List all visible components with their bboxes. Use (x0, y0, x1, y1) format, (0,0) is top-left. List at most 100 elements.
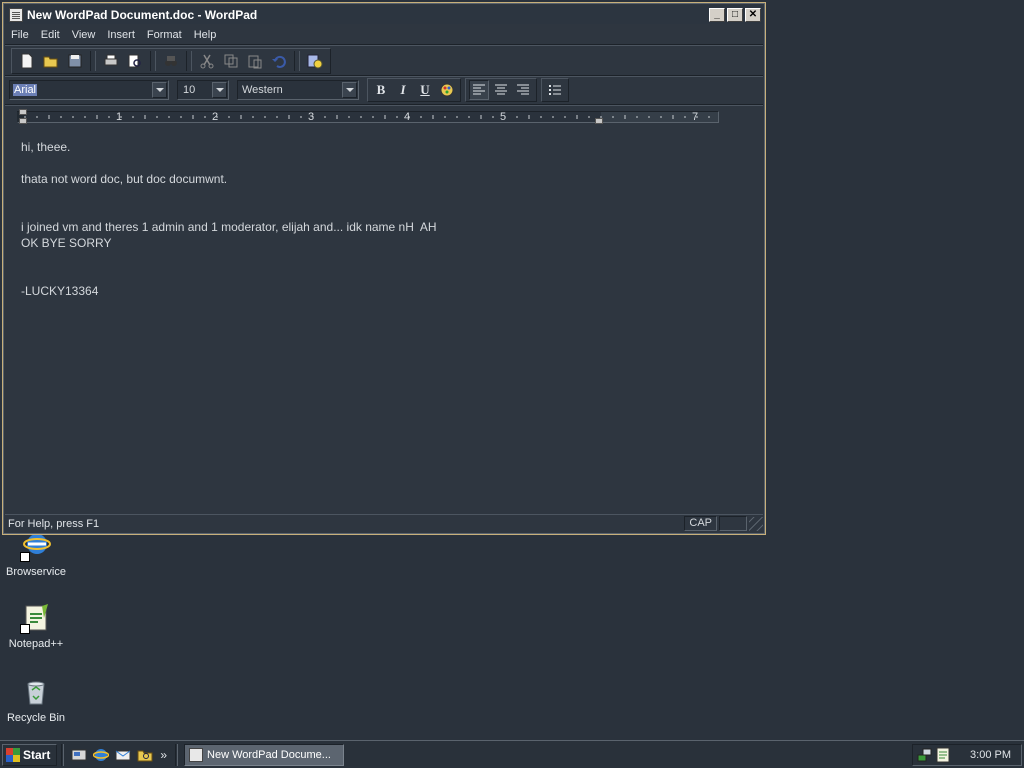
paste-button[interactable] (244, 50, 266, 72)
document-area[interactable]: hi, theee. thata not word doc, but doc do… (7, 131, 763, 516)
script-combo[interactable]: Western (237, 80, 359, 100)
caps-lock-indicator: CAP (684, 516, 717, 531)
open-button[interactable] (40, 50, 62, 72)
quicklaunch-outlook[interactable] (114, 746, 132, 764)
cut-button[interactable] (196, 50, 218, 72)
find-button[interactable] (160, 50, 182, 72)
wordpad-window: New WordPad Document.doc - WordPad _ □ ✕… (2, 2, 766, 535)
start-label: Start (23, 747, 51, 762)
script-text: Western (242, 84, 283, 96)
status-help-text: For Help, press F1 (8, 517, 100, 530)
outlook-express-icon (115, 750, 131, 760)
open-folder-icon (43, 56, 58, 68)
start-button[interactable]: Start (2, 743, 58, 766)
print-preview-icon (128, 54, 141, 68)
format-bar: Arial 10 Western B I U (9, 77, 575, 103)
format-separator (5, 104, 763, 106)
close-button[interactable]: ✕ (745, 7, 761, 22)
ruler-number: 7 (692, 111, 699, 123)
document-line: -LUCKY13364 (21, 284, 99, 298)
binoculars-icon (165, 56, 177, 66)
taskbar-button-wordpad[interactable]: New WordPad Docume... (184, 743, 345, 766)
ruler-number: 1 (116, 111, 123, 123)
desktop-icon-label: Browservice (6, 566, 66, 578)
wordpad-icon[interactable] (9, 7, 23, 22)
desktop-icon-browservice[interactable]: Browservice (0, 530, 72, 578)
desktop-icon-notepadpp[interactable]: Notepad++ (0, 602, 72, 650)
print-button[interactable] (100, 50, 122, 72)
menu-separator (5, 44, 763, 46)
quicklaunch-more-button[interactable]: » (160, 748, 167, 762)
font-dropdown-button[interactable] (152, 82, 167, 98)
quicklaunch-explorer[interactable] (136, 746, 154, 764)
left-indent-marker[interactable] (19, 118, 27, 124)
menu-insert[interactable]: Insert (101, 29, 141, 41)
align-center-button[interactable] (491, 80, 511, 100)
explorer-icon (137, 750, 153, 761)
right-indent-marker[interactable] (595, 118, 603, 124)
color-button[interactable] (437, 80, 457, 100)
minimize-button[interactable]: _ (709, 7, 725, 22)
network-icon[interactable] (917, 747, 933, 763)
document-line: thata not word doc, but doc documwnt. (21, 172, 228, 186)
align-right-button[interactable] (513, 80, 533, 100)
align-left-icon (473, 84, 485, 95)
document-line: hi, theee. (21, 140, 71, 154)
undo-button[interactable] (268, 50, 290, 72)
window-title: New WordPad Document.doc - WordPad (27, 7, 258, 22)
system-tray: 3:00 PM (912, 743, 1022, 766)
font-size-text: 10 (183, 84, 196, 96)
new-document-icon (21, 53, 33, 69)
menu-file[interactable]: File (5, 29, 35, 41)
num-lock-indicator (719, 516, 747, 531)
ruler[interactable]: 1 2 3 4 5 7 (17, 109, 719, 125)
ruler-number: 5 (500, 111, 507, 123)
menu-format[interactable]: Format (141, 29, 188, 41)
bullets-group (541, 78, 569, 102)
copy-button[interactable] (220, 50, 242, 72)
menu-bar: File Edit View Insert Format Help (5, 25, 763, 44)
maximize-button[interactable]: □ (727, 7, 743, 22)
copy-icon (224, 54, 238, 68)
desktop-icon-label: Recycle Bin (6, 712, 66, 724)
size-dropdown-button[interactable] (212, 82, 227, 98)
desktop-icon-recycle-bin[interactable]: Recycle Bin (0, 676, 72, 724)
font-combo[interactable]: Arial (9, 80, 169, 100)
menu-help[interactable]: Help (188, 29, 223, 41)
align-left-button[interactable] (469, 80, 489, 100)
date-time-icon (307, 54, 323, 69)
size-combo[interactable]: 10 (177, 80, 229, 100)
taskbar: Start » New WordPad Docume... 3:00 PM (0, 740, 1024, 768)
show-desktop-icon (71, 749, 87, 760)
menu-edit[interactable]: Edit (35, 29, 66, 41)
paste-icon (248, 55, 262, 69)
ruler-number: 4 (404, 111, 411, 123)
wordpad-icon (189, 747, 204, 762)
notepad-tray-icon[interactable] (935, 747, 951, 763)
document-line: OK BYE SORRY (21, 236, 112, 250)
script-dropdown-button[interactable] (342, 82, 357, 98)
menu-view[interactable]: View (66, 29, 102, 41)
italic-button[interactable]: I (393, 80, 413, 100)
quicklaunch-ie[interactable] (92, 746, 110, 764)
clock[interactable]: 3:00 PM (970, 749, 1011, 761)
document-line (21, 267, 749, 283)
recycle-bin-icon (20, 676, 52, 708)
underline-button[interactable]: U (415, 80, 435, 100)
align-right-icon (517, 84, 529, 95)
title-bar[interactable]: New WordPad Document.doc - WordPad _ □ ✕ (5, 5, 763, 24)
document-line (21, 155, 749, 171)
undo-icon (272, 55, 286, 68)
save-button[interactable] (64, 50, 86, 72)
new-button[interactable] (16, 50, 38, 72)
first-line-indent-marker[interactable] (19, 109, 27, 115)
resize-grip[interactable] (749, 516, 763, 531)
document-line (21, 203, 749, 219)
print-preview-button[interactable] (124, 50, 146, 72)
status-bar: For Help, press F1 CAP (5, 514, 763, 532)
align-center-icon (495, 84, 507, 95)
date-time-button[interactable] (304, 50, 326, 72)
bullets-button[interactable] (545, 80, 565, 100)
bold-button[interactable]: B (371, 80, 391, 100)
quicklaunch-desktop[interactable] (70, 746, 88, 764)
